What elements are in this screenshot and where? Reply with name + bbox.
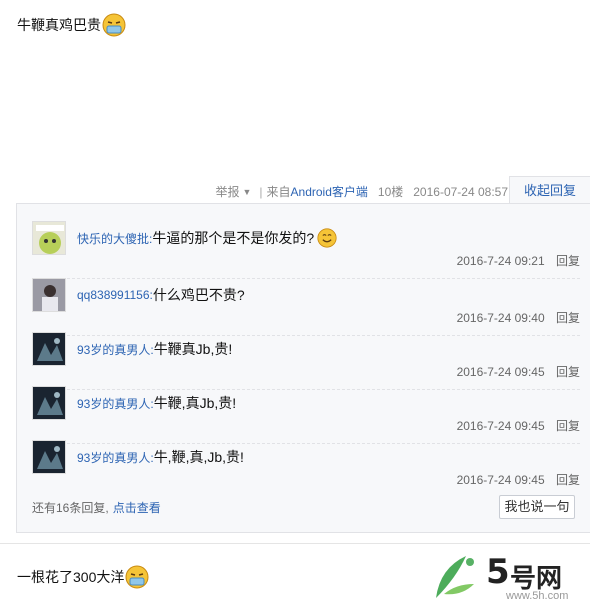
client-link[interactable]: Android客户端 — [291, 183, 368, 200]
site-watermark: 5 号网 www.5h.com — [426, 548, 586, 606]
reply-panel: 快乐的大傻批: 牛逼的那个是不是你发的? 2016-7-24 09:21 回复 … — [16, 203, 590, 533]
more-count: 还有16条回复, — [32, 501, 109, 515]
reply-meta: 2016-7-24 09:21 回复 — [457, 252, 580, 269]
floor-number: 10楼 — [377, 185, 404, 199]
sick-face-emoji-icon — [102, 13, 126, 37]
reply-button[interactable]: 回复 — [556, 254, 580, 268]
from-label: 来自 — [266, 185, 291, 199]
watermark-number: 5 — [486, 552, 510, 592]
reply-text: 什么鸡巴不贵? — [152, 287, 245, 303]
next-post-text: 一根花了300大洋 — [17, 569, 125, 585]
more-replies: 还有16条回复, 点击查看 — [32, 499, 161, 516]
reply-button[interactable]: 回复 — [556, 365, 580, 379]
post-time: 2016-07-24 08:57 — [413, 184, 508, 199]
reply-time: 2016-7-24 09:45 — [456, 419, 545, 433]
reply-time: 2016-7-24 09:45 — [456, 473, 545, 487]
post-divider — [0, 543, 590, 544]
reply-username[interactable]: 93岁的真男人: — [77, 341, 154, 358]
next-post-content: 一根花了300大洋 — [17, 565, 149, 589]
reply-content: qq838991156: 什么鸡巴不贵? — [77, 285, 245, 305]
reply-time: 2016-7-24 09:21 — [456, 254, 545, 268]
avatar[interactable] — [32, 440, 66, 474]
reply-text: 牛,鞭,真,Jb,贵! — [153, 449, 244, 465]
leaf-logo-icon — [436, 556, 474, 598]
reply-username[interactable]: 93岁的真男人: — [77, 449, 154, 466]
avatar[interactable] — [32, 221, 66, 255]
reply-username[interactable]: 93岁的真男人: — [77, 395, 154, 412]
reply-content: 93岁的真男人: 牛鞭,真Jb,贵! — [77, 393, 236, 413]
report-link[interactable]: 举报 — [215, 183, 239, 200]
reply-text: 牛鞭真Jb,贵! — [153, 341, 233, 357]
reply-button[interactable]: 回复 — [556, 419, 580, 433]
reply-text: 牛鞭,真Jb,贵! — [153, 395, 237, 411]
post-text: 牛鞭真鸡巴贵 — [17, 17, 101, 33]
reply-time: 2016-7-24 09:45 — [456, 365, 545, 379]
reply-item: 93岁的真男人: 牛鞭真Jb,贵! 2016-7-24 09:45 回复 — [32, 332, 580, 390]
post-content: 牛鞭真鸡巴贵 — [17, 13, 126, 37]
reply-meta: 2016-7-24 09:45 回复 — [457, 417, 580, 434]
collapse-replies-button[interactable]: 收起回复 — [509, 176, 590, 205]
add-reply-button[interactable]: 我也说一句 — [499, 495, 575, 519]
reply-time: 2016-7-24 09:40 — [456, 311, 545, 325]
reply-content: 93岁的真男人: 牛鞭真Jb,贵! — [77, 339, 232, 359]
reply-content: 快乐的大傻批: 牛逼的那个是不是你发的? — [77, 228, 337, 248]
view-more-link[interactable]: 点击查看 — [113, 501, 161, 515]
avatar[interactable] — [32, 386, 66, 420]
post-meta: 举报 ▼ | 来自 Android客户端 10楼 2016-07-24 08:5… — [215, 183, 508, 200]
reply-meta: 2016-7-24 09:40 回复 — [457, 309, 580, 326]
reply-meta: 2016-7-24 09:45 回复 — [457, 471, 580, 488]
smile-emoji-icon — [317, 228, 337, 248]
reply-item: qq838991156: 什么鸡巴不贵? 2016-7-24 09:40 回复 — [32, 278, 580, 336]
reply-item: 93岁的真男人: 牛鞭,真Jb,贵! 2016-7-24 09:45 回复 — [32, 386, 580, 444]
avatar[interactable] — [32, 278, 66, 312]
reply-text: 牛逼的那个是不是你发的? — [152, 230, 315, 246]
reply-button[interactable]: 回复 — [556, 311, 580, 325]
reply-meta: 2016-7-24 09:45 回复 — [457, 363, 580, 380]
reply-item: 93岁的真男人: 牛,鞭,真,Jb,贵! 2016-7-24 09:45 回复 — [32, 440, 580, 494]
reply-content: 93岁的真男人: 牛,鞭,真,Jb,贵! — [77, 447, 244, 467]
reply-button[interactable]: 回复 — [556, 473, 580, 487]
sick-face-emoji-icon — [125, 565, 149, 589]
caret-down-icon[interactable]: ▼ — [242, 187, 251, 197]
reply-username[interactable]: qq838991156: — [77, 288, 153, 302]
reply-username[interactable]: 快乐的大傻批: — [77, 230, 152, 247]
avatar[interactable] — [32, 332, 66, 366]
watermark-url: www.5h.com — [506, 590, 569, 602]
reply-item: 快乐的大傻批: 牛逼的那个是不是你发的? 2016-7-24 09:21 回复 — [32, 221, 580, 279]
